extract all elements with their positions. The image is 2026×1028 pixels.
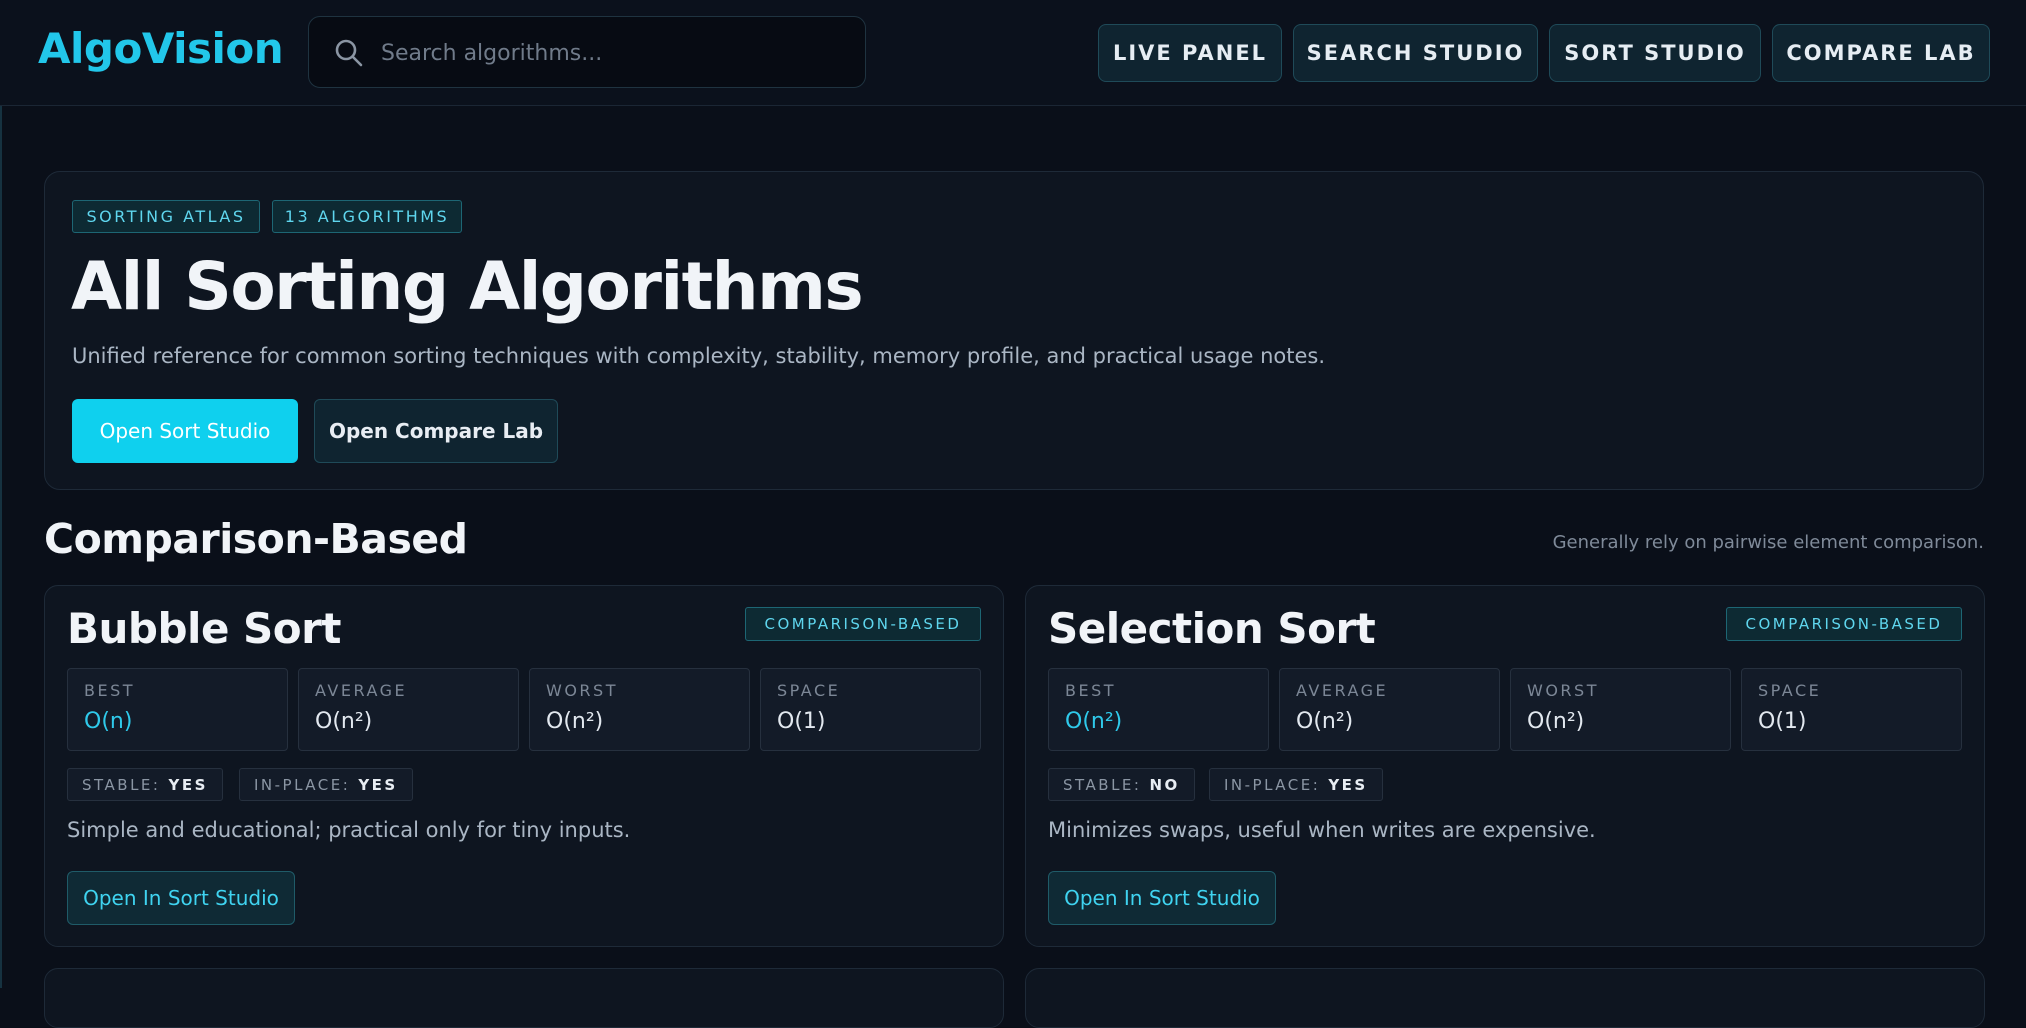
page-title: All Sorting Algorithms <box>71 248 864 325</box>
metric-worst: WORST O(n²) <box>1510 668 1731 751</box>
nav-sort-studio[interactable]: SORT STUDIO <box>1549 24 1761 82</box>
inplace-pill: IN-PLACE: YES <box>239 768 413 801</box>
metric-value: O(n²) <box>1296 709 1354 734</box>
top-navigation-bar: AlgoVision LIVE PANEL SEARCH STUDIO SORT… <box>0 0 2026 106</box>
metric-value: O(n) <box>84 709 133 734</box>
algorithm-card-partial <box>44 968 1004 1028</box>
metric-best: BEST O(n²) <box>1048 668 1269 751</box>
nav-search-studio[interactable]: SEARCH STUDIO <box>1293 24 1538 82</box>
metric-label: AVERAGE <box>1296 681 1389 700</box>
card-description: Minimizes swaps, useful when writes are … <box>1048 818 1596 842</box>
open-in-sort-studio-button[interactable]: Open In Sort Studio <box>67 871 295 925</box>
inplace-value: YES <box>1328 775 1368 794</box>
inplace-label: IN-PLACE: <box>1224 775 1321 794</box>
metric-value: O(n²) <box>315 709 373 734</box>
search-input[interactable] <box>379 17 853 89</box>
inplace-label: IN-PLACE: <box>254 775 351 794</box>
open-sort-studio-button[interactable]: Open Sort Studio <box>72 399 298 463</box>
section-title: Comparison-Based <box>44 515 468 563</box>
algorithm-card-partial <box>1025 968 1985 1028</box>
metric-label: WORST <box>546 681 618 700</box>
metric-value: O(n²) <box>546 709 604 734</box>
category-badge: COMPARISON-BASED <box>1726 607 1962 641</box>
stable-pill: STABLE: YES <box>67 768 223 801</box>
tag-algorithm-count: 13 ALGORITHMS <box>272 200 462 233</box>
algorithm-card-bubble-sort: Bubble Sort COMPARISON-BASED BEST O(n) A… <box>44 585 1004 947</box>
stable-value: NO <box>1149 775 1180 794</box>
metric-value: O(n²) <box>1065 709 1123 734</box>
stable-label: STABLE: <box>1063 775 1142 794</box>
metric-best: BEST O(n) <box>67 668 288 751</box>
section-note: Generally rely on pairwise element compa… <box>1552 532 1984 553</box>
stable-value: YES <box>168 775 208 794</box>
search-box[interactable] <box>308 16 866 89</box>
inplace-value: YES <box>358 775 398 794</box>
card-title: Bubble Sort <box>67 604 341 653</box>
nav-compare-lab[interactable]: COMPARE LAB <box>1772 24 1990 82</box>
nav-live-panel[interactable]: LIVE PANEL <box>1098 24 1282 82</box>
stable-pill: STABLE: NO <box>1048 768 1195 801</box>
metric-average: AVERAGE O(n²) <box>298 668 519 751</box>
app-logo[interactable]: AlgoVision <box>38 24 284 73</box>
card-title: Selection Sort <box>1048 604 1376 653</box>
metric-label: AVERAGE <box>315 681 408 700</box>
metric-label: BEST <box>1065 681 1117 700</box>
metric-space: SPACE O(1) <box>1741 668 1962 751</box>
open-compare-lab-button[interactable]: Open Compare Lab <box>314 399 558 463</box>
category-badge: COMPARISON-BASED <box>745 607 981 641</box>
metric-average: AVERAGE O(n²) <box>1279 668 1500 751</box>
stable-label: STABLE: <box>82 775 161 794</box>
card-description: Simple and educational; practical only f… <box>67 818 631 842</box>
search-icon <box>335 39 363 67</box>
metric-label: SPACE <box>777 681 841 700</box>
metric-worst: WORST O(n²) <box>529 668 750 751</box>
page-description: Unified reference for common sorting tec… <box>72 344 1326 368</box>
tag-sorting-atlas: SORTING ATLAS <box>72 200 260 233</box>
metric-value: O(1) <box>1758 709 1807 734</box>
hero-panel: SORTING ATLAS 13 ALGORITHMS All Sorting … <box>44 171 1984 490</box>
algorithm-card-selection-sort: Selection Sort COMPARISON-BASED BEST O(n… <box>1025 585 1985 947</box>
metric-label: SPACE <box>1758 681 1822 700</box>
open-in-sort-studio-button[interactable]: Open In Sort Studio <box>1048 871 1276 925</box>
metric-label: WORST <box>1527 681 1599 700</box>
side-divider <box>0 106 2 988</box>
inplace-pill: IN-PLACE: YES <box>1209 768 1383 801</box>
metric-label: BEST <box>84 681 136 700</box>
metric-space: SPACE O(1) <box>760 668 981 751</box>
metric-value: O(n²) <box>1527 709 1585 734</box>
metric-value: O(1) <box>777 709 826 734</box>
